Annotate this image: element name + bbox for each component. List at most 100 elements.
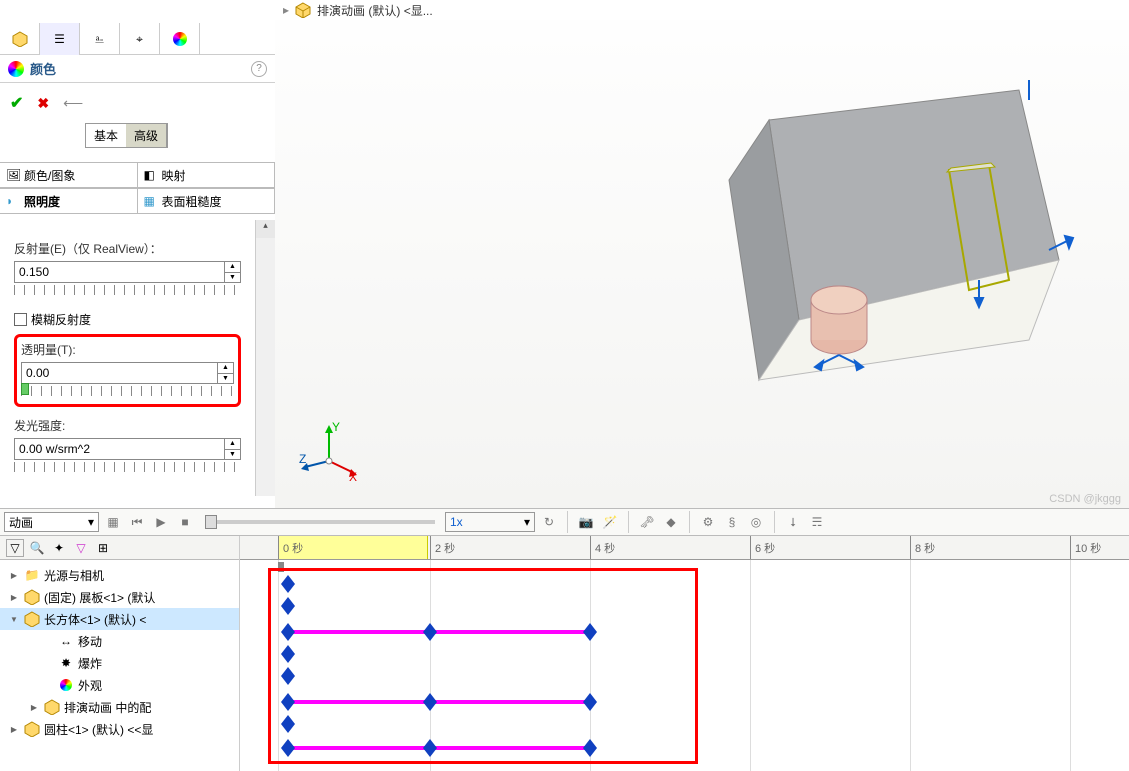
tab-propertymanager[interactable]: ☰ bbox=[40, 23, 80, 55]
filter-icon[interactable]: ▽ bbox=[6, 539, 24, 557]
transparency-field[interactable] bbox=[22, 363, 217, 383]
properties-panel: 反射量(E)（仅 RealView）： ▲▼ 模糊反射度 透明量(T): ▲▼ … bbox=[0, 220, 255, 482]
filter-driving-icon[interactable]: ✦ bbox=[50, 539, 68, 557]
tree-item-appearance[interactable]: 外观 bbox=[0, 674, 239, 696]
motion-study-dropdown[interactable]: 动画▾ bbox=[4, 512, 99, 532]
time-scrubber[interactable] bbox=[205, 520, 435, 524]
panel-scrollbar[interactable]: ▴ bbox=[255, 220, 275, 496]
keyframe[interactable] bbox=[423, 693, 437, 711]
results-button[interactable]: ☴ bbox=[807, 512, 827, 532]
breadcrumb-doc[interactable]: 排演动画 (默认) <显... bbox=[317, 2, 433, 19]
tab-mapping[interactable]: ◧映射 bbox=[138, 163, 276, 187]
tab-roughness[interactable]: ▦表面粗糙度 bbox=[138, 189, 276, 213]
motion-bar[interactable] bbox=[288, 700, 590, 704]
calculate-button[interactable]: ▦ bbox=[103, 512, 123, 532]
keyframe[interactable] bbox=[583, 693, 597, 711]
tab-featuremanager[interactable] bbox=[0, 23, 40, 55]
gravity-button[interactable]: ⭣ bbox=[783, 512, 803, 532]
graphics-viewport[interactable]: Y X Z CSDN @jkggg bbox=[275, 20, 1129, 511]
motion-tree-panel: ▽ 🔍 ✦ ▽ ⊞ ▶📁光源与相机 ▶(固定) 展板<1> (默认 ▼长方体<1… bbox=[0, 536, 240, 771]
blur-reflection-row[interactable]: 模糊反射度 bbox=[14, 311, 241, 328]
timeline-body[interactable] bbox=[240, 560, 1129, 771]
expand-icon[interactable]: ▶ bbox=[8, 725, 20, 734]
motor-button[interactable]: ⚙ bbox=[698, 512, 718, 532]
pin-button[interactable]: ⟵ bbox=[63, 95, 83, 112]
keyframe[interactable] bbox=[281, 739, 295, 757]
keyframe[interactable] bbox=[423, 739, 437, 757]
chevron-down-icon: ▾ bbox=[524, 515, 530, 529]
reflection-input[interactable]: ▲▼ bbox=[14, 261, 241, 283]
tree-item-lights[interactable]: ▶📁光源与相机 bbox=[0, 564, 239, 586]
ok-button[interactable]: ✔ bbox=[10, 93, 23, 113]
expand-icon[interactable]: ▶ bbox=[28, 703, 40, 712]
spring-button[interactable]: § bbox=[722, 512, 742, 532]
transparency-highlight: 透明量(T): ▲▼ bbox=[14, 334, 241, 407]
filter-results-icon[interactable]: ⊞ bbox=[94, 539, 112, 557]
cancel-button[interactable]: ✖ bbox=[37, 95, 49, 112]
tree-item-cylinder[interactable]: ▶圆柱<1> (默认) <<显 bbox=[0, 718, 239, 740]
reflection-spinner[interactable]: ▲▼ bbox=[224, 262, 240, 282]
keyframe[interactable] bbox=[281, 623, 295, 641]
keyframe[interactable] bbox=[281, 693, 295, 711]
reflection-slider[interactable] bbox=[14, 285, 241, 295]
tab-configmanager[interactable]: ⎁ bbox=[80, 23, 120, 55]
help-icon[interactable]: ? bbox=[251, 61, 267, 77]
checkbox-icon[interactable] bbox=[14, 313, 27, 326]
motion-bar[interactable] bbox=[288, 746, 590, 750]
tree-item-board[interactable]: ▶(固定) 展板<1> (默认 bbox=[0, 586, 239, 608]
ruler-tick-6: 6 秒 bbox=[750, 536, 775, 559]
save-animation-button[interactable]: 📷 bbox=[576, 512, 596, 532]
basic-advanced-toggle: 基本 高级 bbox=[85, 123, 168, 148]
stop-button[interactable]: ■ bbox=[175, 512, 195, 532]
motion-bar[interactable] bbox=[288, 630, 590, 634]
timeline-highlight bbox=[268, 568, 698, 764]
filter-selected-icon[interactable]: ▽ bbox=[72, 539, 90, 557]
tab-basic[interactable]: 基本 bbox=[86, 124, 126, 147]
filter-animated-icon[interactable]: 🔍 bbox=[28, 539, 46, 557]
play-button[interactable]: ▶ bbox=[151, 512, 171, 532]
keyframe[interactable] bbox=[583, 739, 597, 757]
emissive-spinner[interactable]: ▲▼ bbox=[224, 439, 240, 459]
reflection-field[interactable] bbox=[15, 262, 224, 282]
playback-speed-select[interactable]: 1x▾ bbox=[445, 512, 535, 532]
tree-filter-toolbar: ▽ 🔍 ✦ ▽ ⊞ bbox=[0, 536, 239, 560]
keyframe[interactable] bbox=[281, 645, 295, 663]
tab-lighting[interactable]: ◗照明度 bbox=[0, 189, 138, 213]
tab-dimxpert[interactable]: ⌖ bbox=[120, 23, 160, 55]
tab-display[interactable] bbox=[160, 23, 200, 55]
keyframe[interactable] bbox=[281, 575, 295, 593]
play-from-start-button[interactable]: ⏮ bbox=[127, 512, 147, 532]
expand-icon[interactable]: ▶ bbox=[8, 571, 20, 580]
keyframe[interactable] bbox=[281, 715, 295, 733]
emissive-input[interactable]: ▲▼ bbox=[14, 438, 241, 460]
scrubber-handle[interactable] bbox=[205, 515, 217, 529]
transparency-input[interactable]: ▲▼ bbox=[21, 362, 234, 384]
tree-item-explode[interactable]: ✸爆炸 bbox=[0, 652, 239, 674]
emissive-slider[interactable] bbox=[14, 462, 241, 472]
move-icon: ↔ bbox=[58, 633, 74, 649]
keyframe[interactable] bbox=[281, 597, 295, 615]
coordinate-triad-icon: Y X Z bbox=[299, 421, 359, 481]
expand-icon[interactable]: ▶ bbox=[8, 593, 20, 602]
transparency-slider[interactable] bbox=[21, 386, 234, 396]
keyframe[interactable] bbox=[423, 623, 437, 641]
tree-item-config[interactable]: ▶排演动画 中的配 bbox=[0, 696, 239, 718]
keyframe[interactable] bbox=[583, 623, 597, 641]
emissive-field[interactable] bbox=[15, 439, 224, 459]
animation-wizard-button[interactable]: 🪄 bbox=[600, 512, 620, 532]
loop-button[interactable]: ↻ bbox=[539, 512, 559, 532]
tree-item-cuboid[interactable]: ▼长方体<1> (默认) < bbox=[0, 608, 239, 630]
contact-button[interactable]: ◎ bbox=[746, 512, 766, 532]
scroll-up-icon[interactable]: ▴ bbox=[256, 220, 275, 238]
collapse-icon[interactable]: ▼ bbox=[8, 615, 20, 624]
autokey-button[interactable]: 🗝 bbox=[637, 512, 657, 532]
tree-item-move[interactable]: ↔移动 bbox=[0, 630, 239, 652]
tab-color-image[interactable]: 🖼颜色/图象 bbox=[0, 163, 138, 187]
add-key-button[interactable]: ◆ bbox=[661, 512, 681, 532]
transparency-spinner[interactable]: ▲▼ bbox=[217, 363, 233, 383]
ruler-tick-0: 0 秒 bbox=[278, 536, 303, 559]
tab-advanced[interactable]: 高级 bbox=[126, 124, 167, 147]
keyframe[interactable] bbox=[281, 667, 295, 685]
image-icon: 🖼 bbox=[6, 168, 20, 182]
time-ruler[interactable]: 0 秒 2 秒 4 秒 6 秒 8 秒 10 秒 bbox=[240, 536, 1129, 560]
